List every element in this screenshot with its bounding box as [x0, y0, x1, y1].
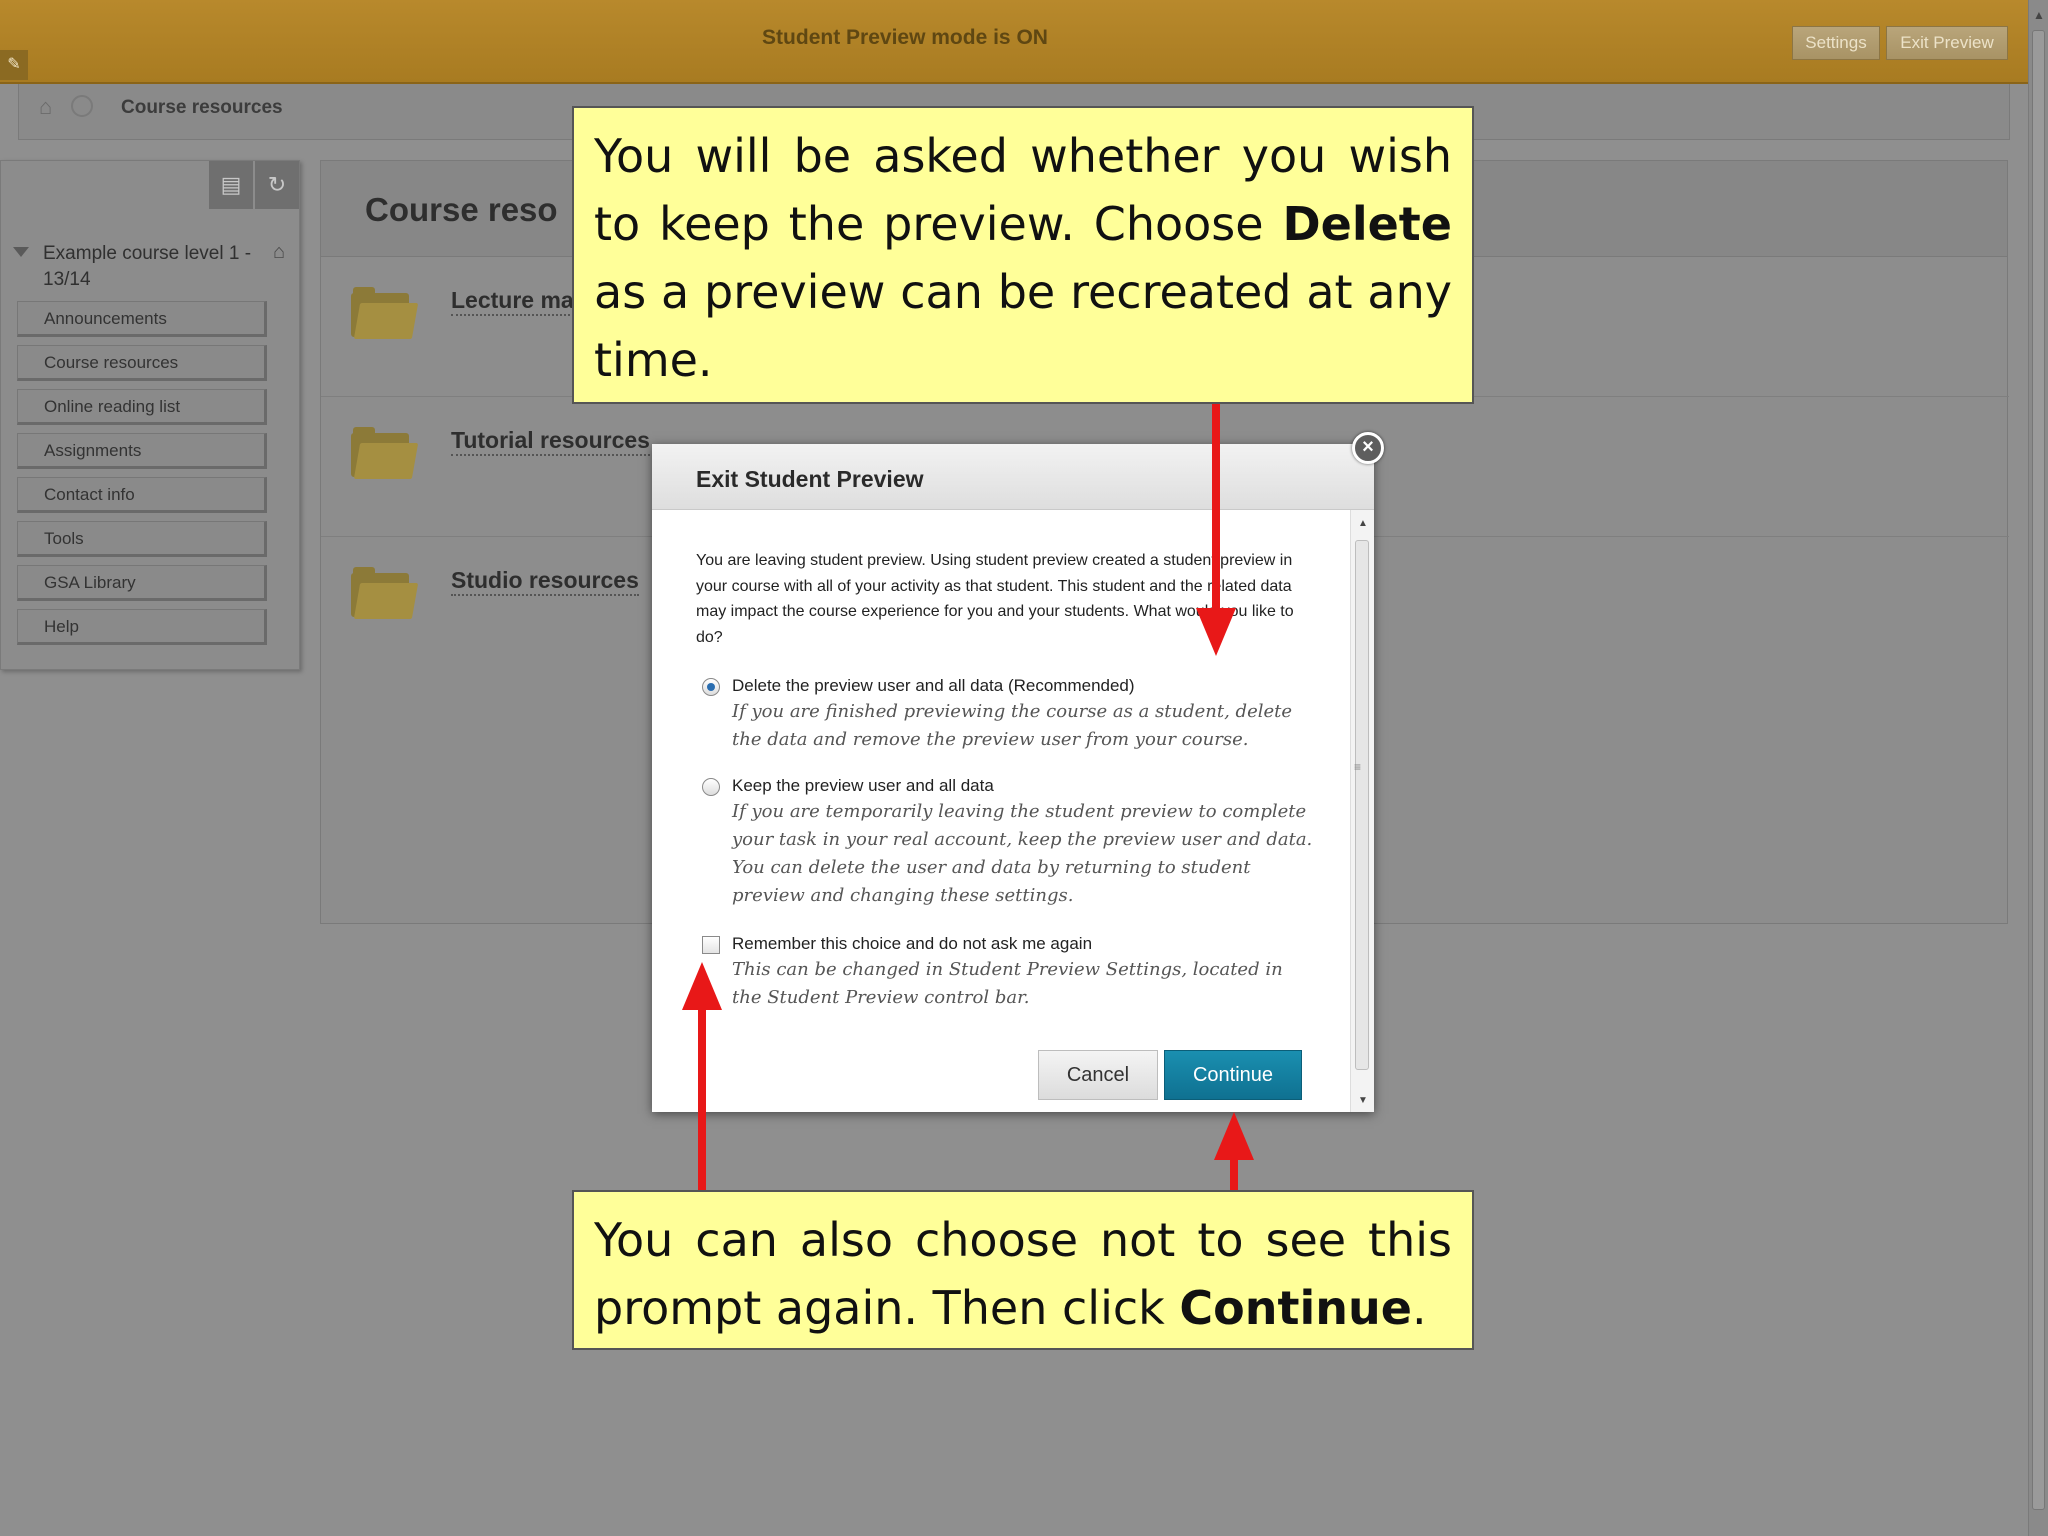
option-label[interactable]: Delete the preview user and all data (Re…: [732, 674, 1316, 698]
option-keep-preview: Keep the preview user and all data If yo…: [696, 774, 1316, 910]
menu-item-assignments[interactable]: Assignments: [17, 433, 267, 469]
continue-button[interactable]: Continue: [1164, 1050, 1302, 1100]
arrow-head-up-icon: [1214, 1112, 1254, 1160]
arrow-head-down-icon: [1196, 608, 1236, 656]
menu-item-gsa-library[interactable]: GSA Library: [17, 565, 267, 601]
content-item-link[interactable]: Tutorial resources: [451, 427, 650, 456]
content-item-link[interactable]: Studio resources: [451, 567, 639, 596]
folder-icon: [351, 567, 419, 619]
preview-settings-button[interactable]: Settings: [1792, 26, 1880, 60]
breadcrumb-current: Course resources: [121, 97, 283, 118]
course-name[interactable]: Example course level 1 - 13/14: [43, 241, 253, 293]
preview-mode-title: Student Preview mode is ON: [762, 26, 1048, 49]
exit-student-preview-dialog: Exit Student Preview × You are leaving s…: [652, 432, 1384, 1112]
instruction-callout-bottom: You can also choose not to see this prom…: [572, 1190, 1474, 1350]
arrow-head-up-icon: [682, 962, 722, 1010]
breadcrumb-menu-icon[interactable]: [71, 95, 93, 117]
student-preview-bar: ✎ Student Preview mode is ON Settings Ex…: [0, 0, 2028, 84]
callout-text: as a preview can be recreated at any tim…: [594, 265, 1452, 387]
home-icon[interactable]: ⌂: [39, 94, 65, 120]
menu-item-help[interactable]: Help: [17, 609, 267, 645]
course-home-icon[interactable]: ⌂: [273, 241, 285, 264]
page-scroll-thumb[interactable]: [2032, 30, 2045, 1510]
option-label[interactable]: Keep the preview user and all data: [732, 774, 1316, 798]
course-menu-list: Announcements Course resources Online re…: [17, 301, 267, 653]
menu-item-contact-info[interactable]: Contact info: [17, 477, 267, 513]
dialog-scrollbar[interactable]: ▲ ≡ ▼: [1350, 510, 1374, 1112]
folder-icon: [351, 287, 419, 339]
refresh-icon[interactable]: ↻: [255, 161, 299, 209]
course-menu: ▤ ↻ Example course level 1 - 13/14 ⌂ Ann…: [0, 160, 300, 670]
cancel-button[interactable]: Cancel: [1038, 1050, 1158, 1100]
folder-view-icon[interactable]: ▤: [209, 161, 253, 209]
page-title: Course reso: [365, 191, 558, 228]
menu-item-course-resources[interactable]: Course resources: [17, 345, 267, 381]
scroll-grip-icon: ≡: [1354, 760, 1362, 774]
keep-preview-radio[interactable]: [702, 778, 720, 796]
scroll-up-icon[interactable]: ▲: [2033, 8, 2045, 22]
menu-item-announcements[interactable]: Announcements: [17, 301, 267, 337]
scroll-down-icon[interactable]: ▼: [1358, 1095, 1368, 1106]
folder-icon: [351, 427, 419, 479]
remember-choice-checkbox[interactable]: [702, 936, 720, 954]
callout-emphasis: Delete: [1282, 197, 1452, 251]
exit-preview-button[interactable]: Exit Preview: [1886, 26, 2008, 60]
option-remember-choice: Remember this choice and do not ask me a…: [696, 932, 1316, 1012]
menu-item-online-reading-list[interactable]: Online reading list: [17, 389, 267, 425]
dialog-scroll-thumb[interactable]: [1355, 540, 1369, 1070]
instruction-callout-top: You will be asked whether you wish to ke…: [572, 106, 1474, 404]
scroll-up-icon[interactable]: ▲: [1358, 518, 1368, 529]
option-delete-preview: Delete the preview user and all data (Re…: [696, 674, 1316, 754]
callout-text: .: [1411, 1281, 1427, 1335]
option-description: This can be changed in Student Preview S…: [732, 959, 1283, 1008]
delete-preview-radio[interactable]: [702, 678, 720, 696]
content-item-link[interactable]: Lecture ma: [451, 287, 574, 316]
arrow-to-delete-option: [1212, 404, 1220, 614]
option-description: If you are finished previewing the cours…: [732, 701, 1293, 750]
menu-item-tools[interactable]: Tools: [17, 521, 267, 557]
option-description: If you are temporarily leaving the stude…: [732, 801, 1313, 906]
arrow-to-remember-checkbox: [698, 1004, 706, 1190]
collapse-caret-icon[interactable]: [13, 247, 29, 257]
callout-emphasis: Continue: [1179, 1281, 1412, 1335]
option-label[interactable]: Remember this choice and do not ask me a…: [732, 932, 1316, 956]
dialog-title: Exit Student Preview: [696, 466, 924, 492]
pin-icon[interactable]: ✎: [0, 50, 28, 80]
close-icon[interactable]: ×: [1352, 432, 1384, 464]
page-scrollbar[interactable]: ▲: [2028, 0, 2048, 1536]
